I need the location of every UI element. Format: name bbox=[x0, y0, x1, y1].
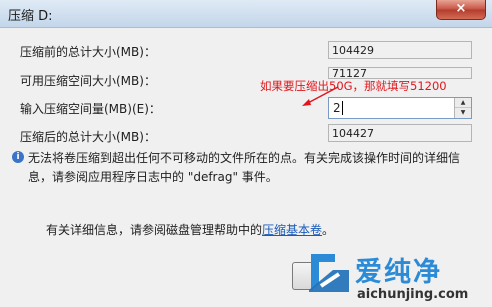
close-button[interactable]: × bbox=[436, 0, 486, 20]
shrink-amount-input[interactable]: 2 ▲ ▼ bbox=[328, 97, 472, 119]
help-suffix: 。 bbox=[322, 223, 335, 237]
spin-buttons: ▲ ▼ bbox=[454, 98, 471, 118]
help-line: 有关详细信息，请参阅磁盘管理帮助中的压缩基本卷。 bbox=[46, 221, 334, 238]
shrink-amount-label: 输入压缩空间量(MB)(E)： bbox=[20, 102, 161, 116]
total-before-label: 压缩前的总计大小(MB)： bbox=[20, 45, 156, 59]
window-title: 压缩 D: bbox=[8, 9, 53, 24]
spin-up-button[interactable]: ▲ bbox=[455, 98, 471, 108]
title-bar: 压缩 D: × bbox=[0, 0, 492, 28]
info-icon: i bbox=[12, 151, 24, 163]
help-link[interactable]: 压缩基本卷 bbox=[262, 223, 322, 237]
spin-down-button[interactable]: ▼ bbox=[455, 108, 471, 118]
help-prefix: 有关详细信息，请参阅磁盘管理帮助中的 bbox=[46, 223, 263, 237]
watermark-brand: 爱纯净 bbox=[355, 257, 442, 288]
total-after-label: 压缩后的总计大小(MB)： bbox=[20, 130, 156, 144]
text-caret bbox=[342, 101, 343, 115]
total-before-value: 104429 bbox=[328, 41, 472, 59]
available-space-label: 可用压缩空间大小(MB)： bbox=[20, 74, 156, 88]
info-text: 无法将卷压缩到超出任何不可移动的文件所在的点。有关完成该操作时间的详细信息，请参… bbox=[28, 151, 461, 184]
red-annotation: 如果要压缩出50G，那就填写51200 bbox=[260, 79, 447, 93]
watermark-url: aichunjing.com bbox=[357, 287, 469, 302]
annotation-arrow-icon bbox=[302, 86, 339, 106]
total-after-value: 104427 bbox=[328, 124, 472, 142]
watermark-logo-icon bbox=[309, 254, 349, 292]
